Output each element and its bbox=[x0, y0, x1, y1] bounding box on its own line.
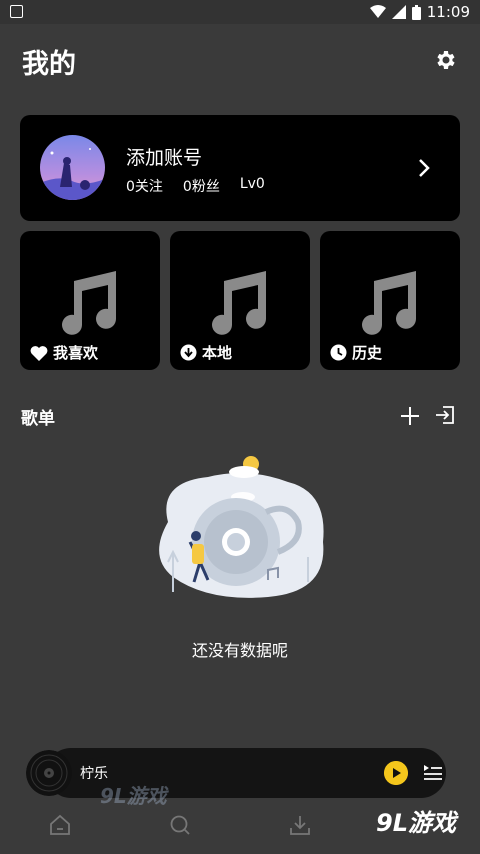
local-music-card[interactable]: 本地 bbox=[170, 231, 310, 370]
watermark-right: 9L游戏 bbox=[376, 809, 456, 837]
empty-state-illustration bbox=[159, 456, 324, 598]
search-icon[interactable] bbox=[169, 814, 191, 836]
download-icon[interactable] bbox=[289, 814, 311, 836]
status-time: 11:09 bbox=[426, 3, 470, 21]
music-note-icon bbox=[62, 271, 116, 335]
status-indicators: 11:09 bbox=[369, 3, 470, 21]
favorites-label: 我喜欢 bbox=[53, 344, 99, 362]
add-playlist-button[interactable] bbox=[400, 406, 420, 426]
history-label: 历史 bbox=[352, 344, 383, 362]
watermark-left: 9L游戏 bbox=[100, 784, 167, 808]
download-circle-icon bbox=[180, 344, 197, 361]
avatar[interactable] bbox=[40, 135, 105, 200]
album-disc[interactable] bbox=[26, 750, 72, 796]
status-bar: 11:09 bbox=[0, 0, 480, 24]
import-playlist-icon[interactable] bbox=[435, 405, 455, 425]
followers-count[interactable]: 0粉丝 bbox=[183, 176, 220, 196]
app-notification-icon bbox=[10, 5, 23, 18]
playlists-title: 歌单 bbox=[21, 409, 55, 429]
wifi-icon bbox=[369, 5, 386, 18]
playlist-queue-icon[interactable] bbox=[423, 763, 443, 781]
account-name: 添加账号 bbox=[126, 147, 203, 169]
music-note-icon bbox=[212, 271, 266, 335]
user-level: Lv0 bbox=[239, 176, 265, 192]
history-card[interactable]: 历史 bbox=[320, 231, 460, 370]
favorites-card[interactable]: 我喜欢 bbox=[20, 231, 160, 370]
empty-state-text: 还没有数据呢 bbox=[191, 641, 288, 660]
account-stats: 0关注 0粉丝 Lv0 bbox=[126, 176, 265, 196]
settings-gear-icon[interactable] bbox=[433, 48, 457, 72]
battery-icon bbox=[411, 4, 421, 20]
clock-icon bbox=[330, 344, 347, 361]
account-card[interactable]: 添加账号 0关注 0粉丝 Lv0 bbox=[20, 115, 460, 221]
following-count[interactable]: 0关注 bbox=[126, 176, 163, 196]
music-note-icon bbox=[362, 271, 416, 335]
signal-icon bbox=[391, 5, 406, 19]
play-button[interactable] bbox=[384, 761, 408, 785]
page-title: 我的 bbox=[22, 49, 76, 80]
chevron-right-icon[interactable] bbox=[418, 158, 430, 178]
heart-icon bbox=[30, 345, 48, 361]
home-icon[interactable] bbox=[49, 814, 71, 836]
local-music-label: 本地 bbox=[202, 344, 233, 362]
